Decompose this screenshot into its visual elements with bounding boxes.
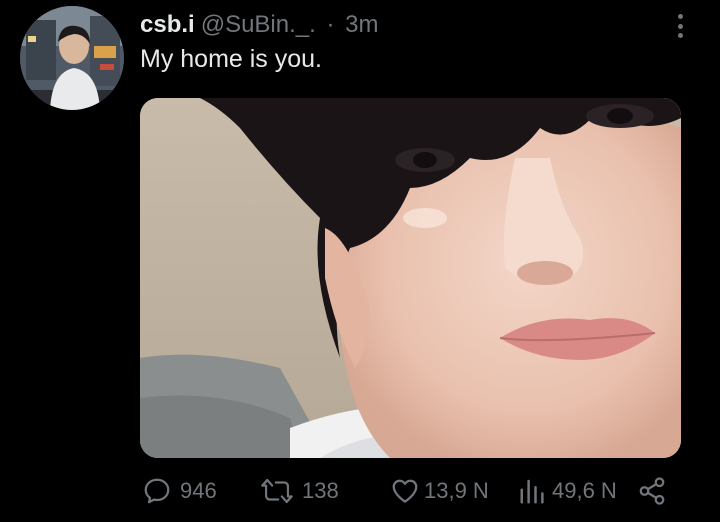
tweet-actions: 946 138 13,9 N 49,6 N (140, 474, 680, 508)
selfie-photo (140, 98, 681, 458)
separator-dot: · (326, 11, 335, 38)
tweet-text: My home is you. (140, 45, 323, 73)
retweet-icon (261, 478, 293, 504)
heart-icon (392, 479, 418, 503)
tweet: csb.i @SuBin._. · 3m My home is you. 946… (0, 0, 720, 522)
more-vertical-icon[interactable] (670, 12, 690, 40)
timestamp[interactable]: 3m (345, 11, 378, 38)
like-count: 13,9 N (424, 478, 489, 503)
reply-count: 946 (180, 478, 217, 503)
avatar[interactable] (20, 6, 124, 110)
tweet-media[interactable] (140, 98, 681, 458)
reply-icon (144, 478, 170, 504)
display-name[interactable]: csb.i (140, 11, 195, 38)
profile-photo (20, 6, 124, 110)
views-count: 49,6 N (552, 478, 617, 503)
views-icon (520, 479, 544, 504)
retweet-count: 138 (302, 478, 339, 503)
reply-button[interactable]: 946 (142, 474, 217, 508)
views-button[interactable]: 49,6 N (518, 474, 617, 508)
like-button[interactable]: 13,9 N (390, 474, 489, 508)
tweet-header: csb.i @SuBin._. · 3m (140, 10, 378, 40)
retweet-button[interactable]: 138 (260, 474, 339, 508)
share-button[interactable] (636, 474, 668, 508)
share-icon (639, 477, 665, 505)
user-handle[interactable]: @SuBin._. (201, 11, 316, 38)
